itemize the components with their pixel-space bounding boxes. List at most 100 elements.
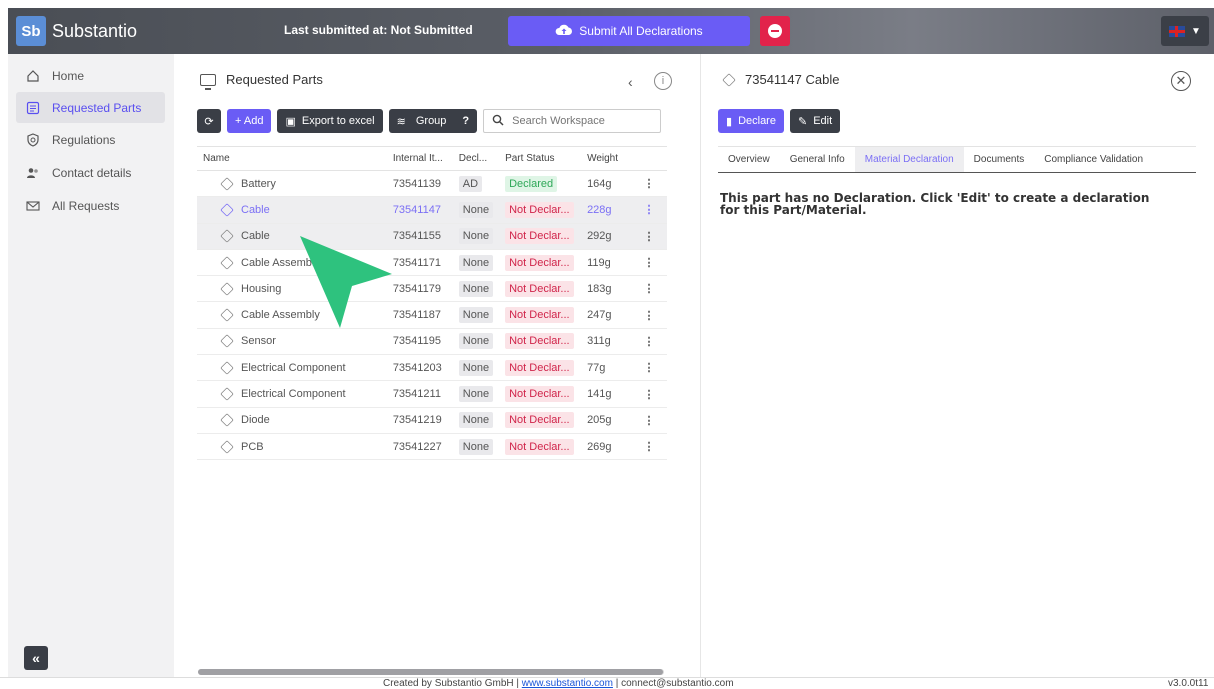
column-header-internal-item[interactable]: Internal It...: [386, 146, 453, 171]
submit-all-declarations-button[interactable]: Submit All Declarations: [508, 16, 750, 46]
table-row[interactable]: Cable Assembly 73541187 None Not Declar... 2…: [197, 301, 667, 329]
language-selector[interactable]: ▼: [1161, 16, 1209, 46]
scrollbar-thumb[interactable]: [198, 669, 663, 675]
row-menu-icon[interactable]: ⋮: [631, 301, 667, 329]
tab-material-declaration[interactable]: Material Declaration: [854, 147, 964, 172]
table-row[interactable]: Battery 73541139 AD Declared 164g ⋮: [197, 170, 667, 198]
row-menu-icon[interactable]: ⋮: [631, 170, 667, 198]
sidebar-item-regulations[interactable]: Regulations: [16, 124, 165, 155]
cube-icon: [220, 413, 234, 428]
contact-email[interactable]: connect@substantio.com: [621, 678, 733, 689]
sidebar-item-label: Regulations: [52, 132, 116, 147]
declaration-badge: None: [458, 307, 494, 324]
search-workspace[interactable]: [483, 109, 662, 133]
last-submitted-status: Last submitted at: Not Submitted: [284, 23, 473, 37]
chevron-left-icon[interactable]: ‹: [628, 74, 633, 90]
row-menu-icon[interactable]: ⋮: [631, 223, 667, 250]
add-button[interactable]: + Add: [227, 109, 272, 133]
table-row[interactable]: Cable Assemb... 73541171 None Not Declar...…: [197, 249, 667, 277]
cell-declaration: None: [452, 354, 500, 382]
table-row[interactable]: Diode 73541219 None Not Declar... 205g ⋮: [197, 407, 667, 434]
declare-button[interactable]: ▮ Declare: [718, 109, 784, 133]
info-icon[interactable]: i: [654, 72, 672, 90]
export-excel-button[interactable]: ▣ Export to excel: [277, 109, 383, 133]
app-logo[interactable]: Sb: [16, 16, 46, 46]
part-name: Cable: [241, 203, 270, 216]
table-row[interactable]: Housing 73541179 None Not Declar... 183g ⋮: [197, 275, 667, 303]
list-icon: [26, 101, 40, 115]
row-menu-icon[interactable]: ⋮: [631, 407, 667, 434]
shield-icon: [26, 132, 40, 147]
sidebar-item-all-requests[interactable]: All Requests: [16, 190, 165, 221]
row-menu-icon[interactable]: ⋮: [631, 196, 667, 224]
cell-status: Declared: [499, 170, 582, 198]
row-menu-icon[interactable]: ⋮: [631, 354, 667, 382]
sidebar-item-label: All Requests: [52, 198, 120, 213]
tab-overview[interactable]: Overview: [718, 147, 780, 172]
declaration-badge: None: [458, 359, 494, 376]
monitor-icon: [200, 73, 216, 90]
table-row[interactable]: Cable 73541155 None Not Declar... 292g ⋮: [197, 223, 667, 250]
close-icon[interactable]: ✕: [1171, 71, 1191, 91]
table-row[interactable]: Cable 73541147 None Not Declar... 228g ⋮: [197, 196, 667, 224]
column-header-weight[interactable]: Weight: [581, 146, 632, 171]
cell-weight: 311g: [581, 328, 632, 356]
status-badge: Not Declar...: [505, 438, 574, 455]
row-menu-icon[interactable]: ⋮: [631, 380, 667, 408]
requested-parts-panel: Requested Parts ‹ i ⟳ + Add ▣ Export to …: [182, 54, 690, 679]
tab-compliance-validation[interactable]: Compliance Validation: [1034, 147, 1153, 172]
row-menu-icon[interactable]: ⋮: [631, 249, 667, 277]
cell-internal-item: 73541147: [386, 196, 453, 224]
cell-declaration: None: [452, 433, 500, 461]
tab-documents[interactable]: Documents: [964, 147, 1035, 172]
cell-name: Battery: [197, 170, 387, 198]
row-menu-icon[interactable]: ⋮: [631, 433, 667, 461]
cancel-submission-button[interactable]: [760, 16, 790, 46]
row-menu-icon[interactable]: ⋮: [631, 275, 667, 303]
cell-internal-item: 73541227: [386, 433, 453, 461]
row-menu-icon[interactable]: ⋮: [631, 328, 667, 356]
status-badge: Not Declar...: [505, 386, 574, 403]
part-name: Battery: [241, 177, 276, 190]
part-name: Electrical Component: [241, 388, 346, 401]
part-name: Diode: [241, 414, 270, 427]
cell-declaration: None: [452, 249, 500, 277]
layers-icon: ≋: [396, 115, 406, 128]
cube-icon: [220, 229, 234, 244]
group-button[interactable]: ≋ Group ?: [388, 109, 478, 133]
help-icon[interactable]: ?: [462, 115, 469, 127]
column-header-name[interactable]: Name: [197, 146, 387, 171]
edit-button[interactable]: ✎ Edit: [789, 109, 841, 133]
table-row[interactable]: PCB 73541227 None Not Declar... 269g ⋮: [197, 433, 667, 461]
cell-declaration: AD: [452, 170, 500, 198]
search-input[interactable]: [512, 115, 643, 127]
footer-separator: |: [612, 678, 622, 689]
sidebar-item-label: Home: [52, 68, 85, 83]
column-header-part-status[interactable]: Part Status: [499, 146, 582, 171]
cell-name: Electrical Component: [197, 380, 387, 408]
column-header-declaration[interactable]: Decl...: [452, 146, 500, 171]
refresh-button[interactable]: ⟳: [197, 109, 221, 133]
tab-general-info[interactable]: General Info: [780, 147, 855, 172]
panel-title-text: Requested Parts: [226, 72, 323, 87]
sidebar-item-contact-details[interactable]: Contact details: [16, 157, 165, 188]
message-edit-word: Edit: [960, 191, 988, 205]
cell-declaration: None: [452, 407, 500, 434]
website-link[interactable]: www.substantio.com: [522, 678, 613, 689]
horizontal-scrollbar[interactable]: [198, 669, 664, 675]
cell-name: Sensor: [197, 328, 387, 356]
cell-weight: 183g: [581, 275, 632, 303]
table-row[interactable]: Electrical Component 73541203 None Not Decl…: [197, 354, 667, 382]
status-badge: Not Declar...: [505, 359, 574, 376]
cell-weight: 247g: [581, 301, 632, 329]
search-icon: [492, 114, 504, 129]
cell-internal-item: 73541203: [386, 354, 453, 382]
cube-icon: [220, 334, 234, 349]
sidebar-item-home[interactable]: Home: [16, 60, 165, 91]
table-row[interactable]: Electrical Component 73541211 None Not Decl…: [197, 380, 667, 408]
table-row[interactable]: Sensor 73541195 None Not Declar... 311g ⋮: [197, 328, 667, 356]
cell-status: Not Declar...: [499, 249, 582, 277]
collapse-sidebar-button[interactable]: «: [24, 646, 48, 670]
minus-circle-icon: [768, 24, 782, 38]
sidebar-item-requested-parts[interactable]: Requested Parts: [16, 92, 165, 123]
